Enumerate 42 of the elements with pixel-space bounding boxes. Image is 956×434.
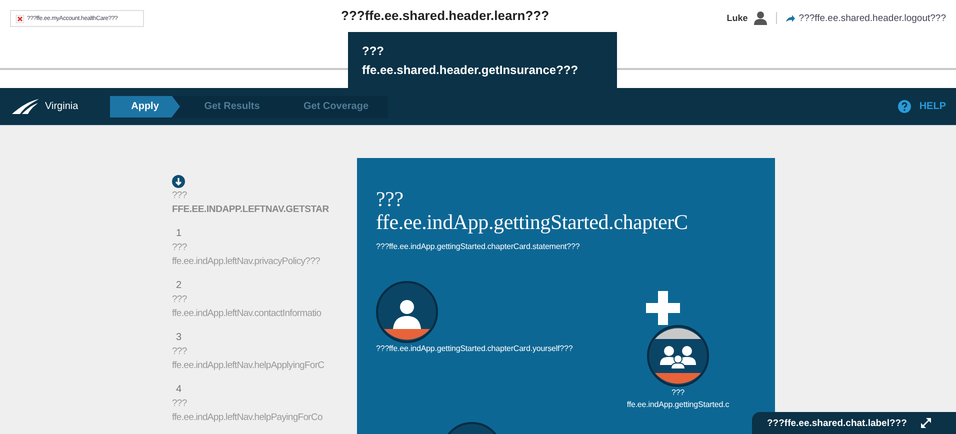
step-tab[interactable]: Get Results [180,96,284,118]
learn-link[interactable]: ???ffe.ee.shared.header.learn??? [341,8,550,23]
step-number: 3 [176,332,182,343]
nav-item-text[interactable]: ffe.ee.indApp.leftNav.contactInformatio [172,307,357,321]
help-icon [898,100,912,113]
nav-item-text[interactable]: FFE.EE.INDAPP.LEFTNAV.GETSTAR [172,203,357,217]
broken-image-icon [16,14,24,22]
person-icon [376,281,438,343]
chat-label: ???ffe.ee.shared.chat.label??? [767,418,907,428]
option-label[interactable]: ???ffe.ee.indApp.gettingStarted.chapterCard.yourself??? [376,343,600,355]
nav-item-text[interactable]: ffe.ee.indApp.leftNav.helpApplyingForC [172,359,357,373]
card-statement: ???ffe.ee.indApp.gettingStarted.chapterCard.statement??? [376,242,581,251]
nav-item-text[interactable]: ??? [172,189,357,203]
arrow-icon [786,14,795,22]
menu-item-text[interactable]: ??? [362,42,603,61]
user-icon [754,11,767,25]
plus-icon [646,291,680,325]
step-tab[interactable]: Apply [110,96,180,118]
nav-item-text[interactable]: ??? [172,397,357,411]
card-title: ffe.ee.indApp.gettingStarted.chapterC [376,211,689,234]
step-number: 2 [176,280,182,291]
chat-bar[interactable]: ???ffe.ee.shared.chat.label??? [752,412,956,434]
menu-item-text[interactable]: ffe.ee.shared.header.getInsurance??? [362,61,603,80]
option-label[interactable]: ??? [671,387,685,399]
step-tab[interactable]: Get Coverage [284,96,388,118]
nav-item-text[interactable]: ??? [172,345,357,359]
nav-item-text[interactable]: ??? [172,241,357,255]
step-number: 1 [176,228,182,239]
family-icon [647,325,709,387]
logo-icon [12,99,39,114]
user-name: Luke [726,13,748,23]
logout-link[interactable]: ???ffe.ee.shared.header.logout??? [786,12,946,24]
nav-item-text[interactable]: ffe.ee.indApp.leftNav.helpPayingForCo [172,411,357,425]
nav-item-text[interactable]: ??? [172,293,357,307]
state-name: Virginia [45,101,78,112]
expand-icon [920,418,931,428]
down-arrow-icon [172,175,185,188]
card-title: ??? [376,188,404,211]
nav-item-text[interactable]: ffe.ee.indApp.leftNav.privacyPolicy??? [172,255,357,269]
option-label[interactable]: ffe.ee.indApp.gettingStarted.c [626,399,730,411]
step-number: 4 [176,384,182,395]
help-link[interactable]: HELP [919,101,946,112]
